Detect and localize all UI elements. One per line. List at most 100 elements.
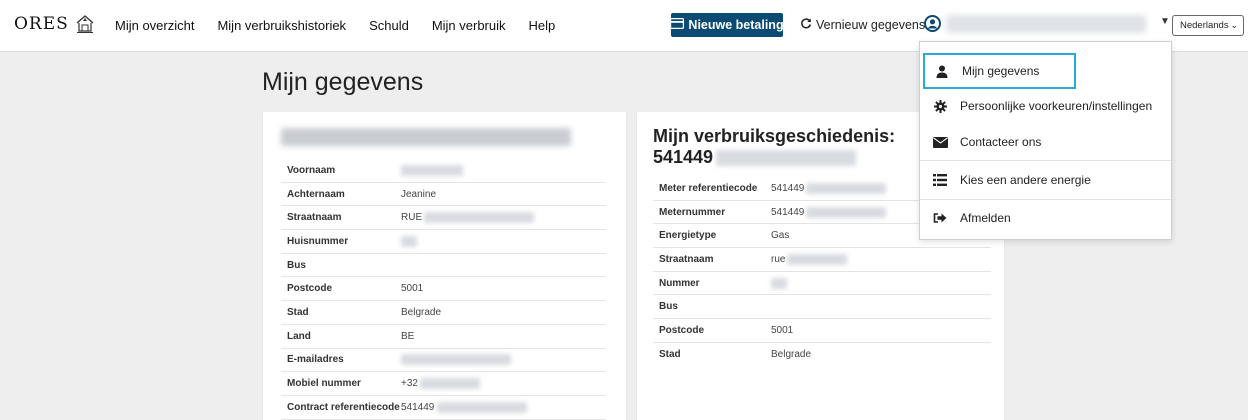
table-row: Straatnaam RUE — [281, 206, 606, 231]
menu-item-label: Mijn gegevens — [962, 64, 1040, 78]
row-value: RUE — [401, 212, 535, 224]
table-row: E-mailadres — [281, 349, 606, 373]
row-value — [401, 354, 511, 366]
logo-text: ORES — [14, 14, 69, 34]
chevron-down-icon: ⌄ — [1230, 20, 1238, 30]
row-value: rue — [771, 253, 848, 265]
table-row: Stad Belgrade — [281, 301, 606, 325]
user-dropdown-menu: Mijn gegevens Persoonlijke voorkeuren/in… — [919, 41, 1172, 240]
user-avatar-icon[interactable] — [924, 15, 941, 32]
table-row: Postcode 5001 — [281, 277, 606, 302]
row-label: Bus — [287, 259, 306, 271]
row-label: Nummer — [659, 277, 700, 289]
user-icon — [934, 63, 950, 79]
nav-item-schuld[interactable]: Schuld — [369, 18, 409, 33]
value-text: +32 — [401, 378, 418, 390]
row-label: Stad — [659, 349, 681, 361]
table-row: Straatnaam rue — [653, 248, 991, 272]
row-label: Bus — [659, 301, 678, 313]
row-value: Belgrade — [771, 349, 812, 361]
row-value: Jeanine — [401, 188, 437, 200]
menu-item-voorkeuren[interactable]: Persoonlijke voorkeuren/instellingen — [920, 88, 1171, 124]
row-label: Meter referentiecode — [659, 182, 758, 194]
table-row: Achternaam Jeanine — [281, 183, 606, 207]
row-value — [401, 235, 417, 247]
row-value: 541449 — [771, 182, 887, 194]
row-label: Stad — [287, 306, 309, 318]
row-value: BE — [401, 330, 415, 342]
menu-item-kies-energie[interactable]: Kies een andere energie — [920, 162, 1171, 198]
new-payment-button[interactable]: Nieuwe betaling — [670, 13, 784, 37]
nav-item-mijn-overzicht[interactable]: Mijn overzicht — [115, 18, 194, 33]
nav-item-help[interactable]: Help — [529, 18, 556, 33]
row-value: Gas — [771, 230, 790, 242]
row-label: Huisnummer — [287, 235, 349, 247]
row-value: Belgrade — [401, 306, 442, 318]
menu-item-label: Afmelden — [960, 211, 1011, 225]
menu-item-afmelden[interactable]: Afmelden — [920, 200, 1171, 236]
value-text: RUE — [401, 212, 423, 224]
main-nav: Mijn overzicht Mijn verbruikshistoriek S… — [115, 18, 578, 33]
table-row: Voornaam — [281, 159, 606, 183]
row-label: Land — [287, 330, 311, 342]
new-payment-label: Nieuwe betaling — [688, 18, 784, 32]
personal-details-card: Voornaam Achternaam Jeanine Straatnaam R… — [263, 112, 626, 420]
value-text: rue — [771, 253, 786, 265]
row-label: Postcode — [287, 283, 333, 295]
menu-item-mijn-gegevens[interactable]: Mijn gegevens — [923, 53, 1076, 89]
row-label: Straatnaam — [659, 253, 714, 265]
row-label: Postcode — [659, 324, 705, 336]
row-label: Energietype — [659, 230, 717, 242]
row-value — [771, 277, 787, 289]
nav-item-mijn-verbruik[interactable]: Mijn verbruik — [432, 18, 506, 33]
row-value: 5001 — [401, 283, 424, 295]
table-row: Stad Belgrade — [653, 343, 991, 367]
menu-item-label: Persoonlijke voorkeuren/instellingen — [960, 99, 1153, 113]
table-row: Land BE — [281, 325, 606, 349]
personal-details-table: Voornaam Achternaam Jeanine Straatnaam R… — [281, 159, 606, 420]
list-icon — [932, 172, 948, 188]
user-name-redacted[interactable] — [946, 15, 1146, 33]
value-text: 541449 — [401, 401, 435, 413]
gear-icon — [932, 98, 948, 114]
account-name-redacted — [281, 128, 571, 146]
language-select[interactable]: Nederlands ⌄ — [1172, 15, 1244, 36]
table-row: Bus — [653, 295, 991, 320]
ores-logo[interactable]: ORES — [14, 14, 95, 34]
row-label: Straatnaam — [287, 212, 342, 224]
row-label: Achternaam — [287, 188, 345, 200]
row-label: Contract referentiecode — [287, 401, 400, 413]
menu-item-contacteer-ons[interactable]: Contacteer ons — [920, 124, 1171, 160]
nav-item-verbruikshistoriek[interactable]: Mijn verbruikshistoriek — [217, 18, 346, 33]
table-row: Postcode 5001 — [653, 319, 991, 343]
table-row: Contract referentiecode 541449 — [281, 396, 606, 420]
house-logo-icon — [75, 14, 95, 34]
table-row: Mobiel nummer +32 — [281, 372, 606, 396]
payment-card-icon — [670, 18, 685, 32]
menu-item-label: Contacteer ons — [960, 135, 1042, 149]
refresh-icon — [800, 17, 812, 32]
table-row: Huisnummer — [281, 230, 606, 254]
row-label: Voornaam — [287, 164, 336, 176]
sign-out-icon — [932, 210, 948, 226]
language-value: Nederlands — [1180, 20, 1229, 31]
ean-prefix: 541449 — [653, 147, 714, 167]
row-value: 541449 — [401, 401, 528, 413]
menu-item-label: Kies een andere energie — [960, 173, 1091, 187]
value-text: 541449 — [771, 206, 805, 218]
row-label: E-mailadres — [287, 354, 344, 366]
row-value: +32 — [401, 378, 480, 390]
envelope-icon — [932, 134, 948, 150]
menu-divider — [920, 160, 1171, 161]
value-text: 541449 — [771, 182, 805, 194]
refresh-data-button[interactable]: Vernieuw gegevens — [800, 17, 925, 32]
refresh-label: Vernieuw gegevens — [816, 17, 926, 32]
ean-redacted — [716, 149, 857, 166]
row-label: Mobiel nummer — [287, 378, 361, 390]
row-value: 541449 — [771, 206, 887, 218]
row-value — [401, 164, 463, 176]
table-row: Nummer — [653, 272, 991, 296]
row-label: Meternummer — [659, 206, 726, 218]
table-row: Bus — [281, 254, 606, 278]
chevron-down-icon[interactable]: ▼ — [1160, 16, 1170, 27]
